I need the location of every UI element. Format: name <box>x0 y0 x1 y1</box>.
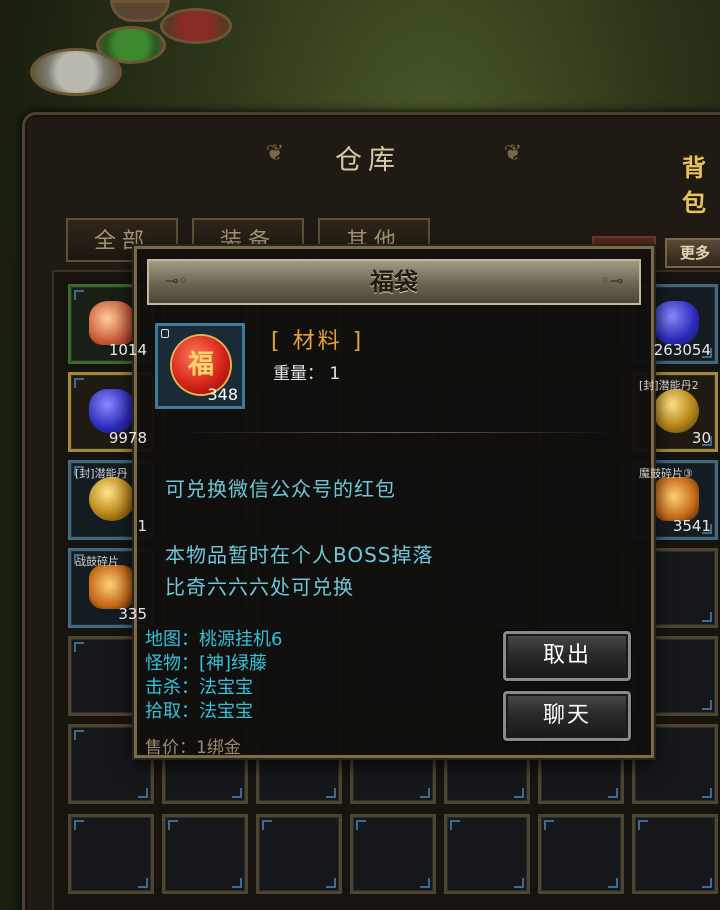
empty-slot[interactable] <box>444 814 530 894</box>
slot-item-count: 3541 <box>672 517 711 535</box>
slot-item-count: 263054 <box>653 341 711 359</box>
dialog-title: 福袋 <box>370 268 418 296</box>
withdraw-button[interactable]: 取出 <box>503 631 631 681</box>
chat-button[interactable]: 聊天 <box>503 691 631 741</box>
drop-kill: 击杀：法宝宝 <box>145 677 253 698</box>
empty-slot[interactable] <box>68 814 154 894</box>
potion-icon <box>653 301 699 345</box>
slot-item-count: 1014 <box>108 341 147 359</box>
title-ornament-right-icon: ❦ <box>503 141 523 166</box>
drop-loot: 拾取：法宝宝 <box>145 701 253 722</box>
slot-item-count: 30 <box>691 429 711 447</box>
weight-value: 1 <box>329 364 341 384</box>
drop-map: 地图：桃源挂机6 <box>145 629 283 650</box>
bound-lock-icon <box>161 329 169 338</box>
item-description-line: 比奇六六六处可兑换 <box>165 575 354 599</box>
weight-label: 重量： <box>273 364 324 384</box>
slot-item-name: 战鼓碎片 <box>75 555 119 568</box>
dialog-header: ⊸◦ 福袋 ◦⊸ <box>147 259 641 305</box>
sell-price: 售价：1绑金 <box>145 738 241 758</box>
item-description-line: 本物品暂时在个人BOSS掉落 <box>165 543 434 567</box>
tab-backpack[interactable]: 背包 <box>682 148 720 218</box>
empty-slot[interactable] <box>632 814 718 894</box>
item-tooltip-dialog: ⊸◦ 福袋 ◦⊸ 福 348 [ 材料 ] 重量： 1 可兑换微信公众号的红包 … <box>134 246 654 758</box>
slot-item-name: 魔鼓碎片③ <box>639 467 693 480</box>
basket-decoration <box>96 26 166 64</box>
item-category: [ 材料 ] <box>271 329 365 354</box>
orb-icon <box>89 477 135 521</box>
item-quantity: 348 <box>207 385 238 404</box>
shard-icon <box>653 477 699 521</box>
title-ornament-left-icon: ❦ <box>265 141 285 166</box>
more-button[interactable]: 更多 <box>665 238 720 268</box>
item-weight: 重量： 1 <box>273 359 340 384</box>
warehouse-title: 仓库 <box>335 145 401 176</box>
slot-item-count: 1 <box>137 517 147 535</box>
slot-item-name: [封]潜能丹 <box>75 467 128 480</box>
header-ornament-icon: ◦⊸ <box>600 271 623 290</box>
empty-slot[interactable] <box>538 814 624 894</box>
empty-slot[interactable] <box>162 814 248 894</box>
drop-monster: 怪物：[神]绿藤 <box>145 653 268 674</box>
item-icon-frame: 福 348 <box>155 323 245 409</box>
item-description-line: 可兑换微信公众号的红包 <box>165 477 396 501</box>
divider <box>177 432 617 433</box>
slot-item-name: [封]潜能丹2 <box>639 379 699 392</box>
empty-slot[interactable] <box>256 814 342 894</box>
basket-decoration <box>160 8 232 44</box>
empty-slot[interactable] <box>350 814 436 894</box>
shard-icon <box>89 565 135 609</box>
ingot-icon <box>89 301 135 345</box>
potion-icon <box>89 389 135 433</box>
orb-icon <box>653 389 699 433</box>
slot-item-count: 9978 <box>108 429 147 447</box>
slot-item-count: 335 <box>118 605 147 623</box>
basket-decoration <box>110 0 170 22</box>
